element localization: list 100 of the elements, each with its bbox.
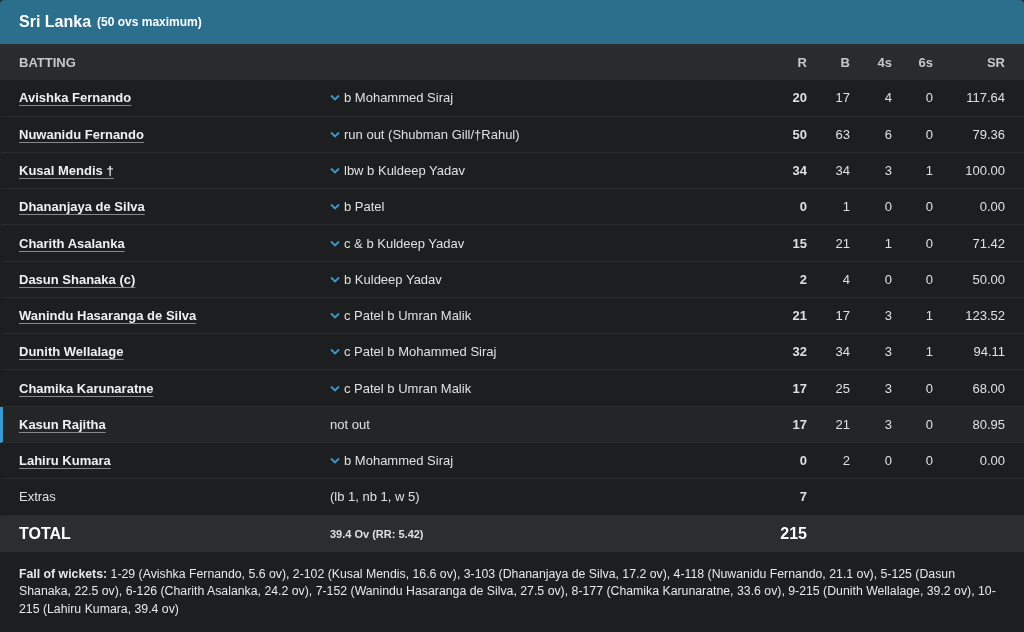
balls-cell-text: 21 [834, 416, 850, 432]
sixes-cell-text: 0 [924, 90, 933, 106]
strike-rate-cell-text: 79.36 [971, 126, 1005, 142]
fours-cell-text: 1 [883, 235, 892, 251]
batter-link[interactable]: Dasun Shanaka (c) [19, 271, 136, 287]
balls-cell-text: 63 [834, 126, 850, 142]
extras-label: Extras [19, 489, 56, 505]
overs-note: (50 ovs maximum) [97, 15, 202, 30]
balls-cell-text: 17 [834, 90, 850, 106]
sixes-cell-text: 0 [924, 199, 933, 215]
balls-cell-text: 25 [834, 380, 850, 396]
balls-cell-text: 21 [834, 235, 850, 251]
dismissal-text: c Patel b Umran Malik [344, 308, 472, 324]
strike-rate-cell-text: 117.64 [965, 90, 1005, 106]
runs-cell-text: 50 [791, 126, 807, 142]
chevron-down-icon[interactable] [330, 203, 340, 211]
strike-rate-cell-text: 71.42 [971, 235, 1005, 251]
fours-cell-text: 0 [883, 271, 892, 287]
fours-cell-text: 0 [883, 453, 892, 469]
dismissal-text: lbw b Kuldeep Yadav [344, 162, 465, 178]
sixes-cell-text: 1 [924, 162, 933, 178]
strike-rate-cell-text: 50.00 [971, 271, 1005, 287]
balls-cell-text: 4 [841, 271, 850, 287]
strike-rate-cell-text: 68.00 [971, 380, 1005, 396]
column-header: 6s [917, 54, 933, 70]
fours-cell-text: 6 [883, 126, 892, 142]
batter-link[interactable]: Dhananjaya de Silva [19, 199, 145, 215]
batter-link[interactable]: Avishka Fernando [19, 90, 132, 106]
runs-cell-text: 32 [791, 344, 807, 360]
chevron-down-icon[interactable] [330, 384, 340, 392]
balls-cell-text: 1 [841, 199, 850, 215]
fours-cell-text: 3 [883, 416, 892, 432]
balls-cell-text: 17 [834, 308, 850, 324]
runs-cell-text: 34 [791, 162, 807, 178]
strike-rate-cell-text: 80.95 [971, 416, 1005, 432]
strike-rate-cell-text: 0.00 [978, 199, 1005, 215]
batter-link[interactable]: Wanindu Hasaranga de Silva [19, 308, 197, 324]
extras-detail: (lb 1, nb 1, w 5) [330, 489, 421, 505]
chevron-down-icon[interactable] [330, 275, 340, 283]
balls-cell-text: 2 [841, 453, 850, 469]
balls-cell-text: 34 [834, 344, 850, 360]
fours-cell-text: 3 [883, 344, 892, 360]
runs-cell-text: 17 [791, 380, 807, 396]
sixes-cell-text: 0 [924, 271, 933, 287]
sixes-cell-text: 0 [924, 380, 933, 396]
fours-cell-text: 3 [883, 380, 892, 396]
sixes-cell-text: 0 [924, 235, 933, 251]
sixes-cell-text: 0 [924, 126, 933, 142]
dismissal-text: not out [330, 416, 370, 432]
dismissal-text: b Kuldeep Yadav [344, 271, 442, 287]
runs-cell-text: 2 [798, 271, 807, 287]
chevron-down-icon[interactable] [330, 457, 340, 465]
fours-cell-text: 3 [883, 162, 892, 178]
runs-cell-text: 0 [798, 199, 807, 215]
batter-link[interactable]: Charith Asalanka [19, 235, 125, 251]
chevron-down-icon[interactable] [330, 130, 340, 138]
total-runs: 215 [779, 524, 807, 543]
fours-cell-text: 4 [883, 90, 892, 106]
runs-cell-text: 20 [791, 90, 807, 106]
column-header: B [839, 54, 850, 70]
dismissal-text: b Mohammed Siraj [344, 453, 454, 469]
batter-link[interactable]: Kasun Rajitha [19, 416, 106, 432]
runs-cell-text: 15 [791, 235, 807, 251]
dismissal-text: b Mohammed Siraj [344, 90, 454, 106]
chevron-down-icon[interactable] [330, 94, 340, 102]
fall-of-wickets-text: Fall of wickets: 1-29 (Avishka Fernando, 5.6 ov), 2-102 (Kusal Mendis, 16.6 ov), 3-103 (Dhananjaya de Silva, 17.2 ov), 4-118 (Nuwanidu Fernando, 21.1 ov), 5-125 (Dasun Shanaka, 22.5 ov), 6-126 (Charith Asalanka, 24.2 ov), 7-152 (Wanindu Hasaranga de Silva, 27.5 ov), 8-177 (Chamika Karunaratne, 33.6 ov), 9-215 (Dunith Wellalage, 39.2 ov), 10-215 (Lahiru Kumara, 39.4 ov) [18, 565, 997, 618]
batter-link[interactable]: Nuwanidu Fernando [19, 126, 144, 142]
total-label: TOTAL [19, 524, 72, 543]
sixes-cell-text: 1 [924, 308, 933, 324]
fours-cell-text: 0 [883, 199, 892, 215]
column-header: R [796, 54, 807, 70]
sixes-cell-text: 0 [924, 416, 933, 432]
dismissal-text: c Patel b Mohammed Siraj [344, 344, 497, 360]
runs-cell-text: 21 [791, 308, 807, 324]
strike-rate-cell-text: 100.00 [964, 162, 1005, 178]
batter-link[interactable]: Dunith Wellalage [19, 344, 124, 360]
sixes-cell-text: 1 [924, 344, 933, 360]
chevron-down-icon[interactable] [330, 239, 340, 247]
chevron-down-icon[interactable] [330, 312, 340, 320]
batter-link[interactable]: Chamika Karunaratne [19, 380, 154, 396]
strike-rate-cell-text: 123.52 [964, 308, 1005, 324]
balls-cell-text: 34 [834, 162, 850, 178]
dismissal-text: run out (Shubman Gill/†Rahul) [344, 126, 520, 142]
chevron-down-icon[interactable] [330, 166, 340, 174]
dismissal-text: c Patel b Umran Malik [344, 380, 472, 396]
sixes-cell-text: 0 [924, 453, 933, 469]
column-header: BATTING [19, 54, 77, 70]
fours-cell-text: 3 [883, 308, 892, 324]
runs-cell-text: 17 [791, 416, 807, 432]
dismissal-text: b Patel [344, 199, 385, 215]
runs-cell-text: 0 [798, 453, 807, 469]
column-header: SR [985, 54, 1005, 70]
column-header: 4s [876, 54, 892, 70]
dismissal-text: c & b Kuldeep Yadav [344, 235, 465, 251]
chevron-down-icon[interactable] [330, 348, 340, 356]
batter-link[interactable]: Kusal Mendis † [19, 162, 114, 178]
team-name: Sri Lanka [19, 13, 92, 32]
batter-link[interactable]: Lahiru Kumara [19, 453, 111, 469]
total-detail: 39.4 Ov (RR: 5.42) [330, 527, 425, 540]
runs-cell-text: 7 [798, 489, 807, 505]
